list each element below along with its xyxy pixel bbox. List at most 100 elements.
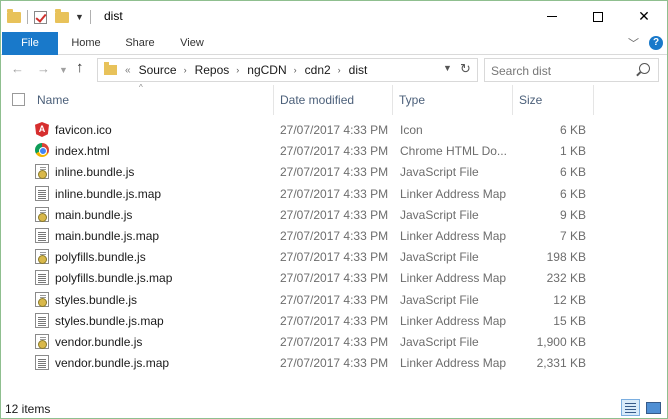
chrome-icon bbox=[35, 143, 49, 158]
file-size: 15 KB bbox=[553, 313, 586, 328]
breadcrumb-source[interactable]: Source bbox=[139, 63, 177, 77]
js-file-icon bbox=[35, 206, 49, 222]
column-divider[interactable] bbox=[392, 85, 393, 115]
close-icon: ✕ bbox=[638, 8, 650, 24]
up-arrow-icon[interactable]: ↑ bbox=[76, 59, 84, 76]
file-date: 27/07/2017 4:33 PM bbox=[280, 250, 389, 265]
file-list: A favicon.ico 27/07/2017 4:33 PM Icon 6 … bbox=[1, 119, 667, 373]
file-size: 198 KB bbox=[546, 250, 586, 265]
file-name: vendor.bundle.js.map bbox=[55, 356, 170, 371]
recent-locations-chevron-down-icon[interactable]: ▼ bbox=[59, 65, 68, 75]
refresh-icon[interactable]: ↻ bbox=[460, 61, 471, 77]
map-file-icon bbox=[35, 185, 49, 201]
file-name: styles.bundle.js bbox=[55, 292, 138, 307]
file-size: 9 KB bbox=[559, 207, 586, 222]
tab-view[interactable]: View bbox=[174, 32, 210, 55]
file-date: 27/07/2017 4:33 PM bbox=[280, 186, 389, 201]
expand-ribbon-chevron-down-icon[interactable]: ﹀ bbox=[628, 35, 640, 50]
help-icon[interactable]: ? bbox=[649, 36, 663, 50]
search-box[interactable]: Search dist bbox=[484, 58, 659, 82]
minimize-icon bbox=[547, 16, 557, 17]
quick-access-toolbar: ▼ bbox=[7, 8, 97, 26]
breadcrumb-chevron-icon[interactable]: › bbox=[294, 65, 297, 75]
file-size: 2,331 KB bbox=[536, 356, 586, 371]
file-date: 27/07/2017 4:33 PM bbox=[280, 207, 389, 222]
file-type: JavaScript File bbox=[400, 250, 479, 265]
file-row-index-html[interactable]: index.html 27/07/2017 4:33 PM Chrome HTM… bbox=[1, 140, 667, 161]
tab-home[interactable]: Home bbox=[67, 32, 105, 55]
maximize-button[interactable] bbox=[575, 1, 621, 32]
file-type: Icon bbox=[400, 123, 423, 137]
file-size: 1 KB bbox=[559, 144, 586, 159]
address-overflow-icon[interactable]: « bbox=[125, 65, 131, 76]
tab-share[interactable]: Share bbox=[121, 32, 159, 55]
file-type: Linker Address Map bbox=[400, 228, 507, 243]
file-size: 6 KB bbox=[559, 165, 586, 180]
file-name: main.bundle.js bbox=[55, 207, 133, 222]
large-icons-view-icon[interactable] bbox=[644, 400, 661, 415]
file-row-vendor-bundle-js-map[interactable]: vendor.bundle.js.map 27/07/2017 4:33 PM … bbox=[1, 352, 667, 373]
file-name: inline.bundle.js bbox=[55, 165, 135, 180]
column-size[interactable]: Size bbox=[519, 93, 542, 107]
file-row-main-bundle-js-map[interactable]: main.bundle.js.map 27/07/2017 4:33 PM Li… bbox=[1, 225, 667, 246]
file-date: 27/07/2017 4:33 PM bbox=[280, 228, 389, 243]
file-name: inline.bundle.js.map bbox=[55, 186, 162, 201]
folder-icon bbox=[104, 62, 117, 75]
customize-toolbar-chevron-down-icon[interactable]: ▼ bbox=[75, 12, 84, 22]
file-name: styles.bundle.js.map bbox=[55, 313, 164, 328]
close-button[interactable]: ✕ bbox=[621, 1, 667, 32]
file-row-vendor-bundle-js[interactable]: vendor.bundle.js 27/07/2017 4:33 PM Java… bbox=[1, 331, 667, 352]
select-all-checkbox[interactable] bbox=[12, 93, 25, 106]
breadcrumb-chevron-icon[interactable]: › bbox=[338, 65, 341, 75]
breadcrumb-chevron-icon[interactable]: › bbox=[236, 65, 239, 75]
back-arrow-icon[interactable]: ← bbox=[11, 61, 24, 76]
file-row-main-bundle-js[interactable]: main.bundle.js 27/07/2017 4:33 PM JavaSc… bbox=[1, 204, 667, 225]
column-header: ^ Name Date modified Type Size bbox=[1, 83, 667, 115]
file-row-styles-bundle-js[interactable]: styles.bundle.js 27/07/2017 4:33 PM Java… bbox=[1, 289, 667, 310]
breadcrumb-ngcdn[interactable]: ngCDN bbox=[247, 63, 286, 77]
file-name: index.html bbox=[55, 144, 110, 159]
file-row-styles-bundle-js-map[interactable]: styles.bundle.js.map 27/07/2017 4:33 PM … bbox=[1, 310, 667, 331]
column-divider[interactable] bbox=[273, 85, 274, 115]
file-name: polyfills.bundle.js.map bbox=[55, 271, 173, 286]
tab-file[interactable]: File bbox=[2, 32, 58, 55]
breadcrumb-repos[interactable]: Repos bbox=[195, 63, 230, 77]
breadcrumb-cdn2[interactable]: cdn2 bbox=[305, 63, 331, 77]
file-type: Linker Address Map bbox=[400, 271, 507, 286]
breadcrumb-chevron-icon[interactable]: › bbox=[184, 65, 187, 75]
properties-icon[interactable] bbox=[34, 10, 47, 24]
item-count: 12 items bbox=[5, 402, 51, 416]
forward-arrow-icon[interactable]: → bbox=[37, 61, 50, 76]
column-type[interactable]: Type bbox=[399, 93, 425, 107]
file-type: JavaScript File bbox=[400, 207, 479, 222]
address-bar[interactable]: « Source › Repos › ngCDN › cdn2 › dist ▼… bbox=[97, 58, 478, 82]
file-date: 27/07/2017 4:33 PM bbox=[280, 292, 389, 307]
js-file-icon bbox=[35, 249, 49, 265]
column-divider[interactable] bbox=[512, 85, 513, 115]
new-folder-icon[interactable] bbox=[55, 8, 69, 23]
column-date-modified[interactable]: Date modified bbox=[280, 93, 354, 107]
js-file-icon bbox=[35, 333, 49, 349]
file-type: Chrome HTML Do... bbox=[400, 144, 507, 159]
file-row-polyfills-bundle-js[interactable]: polyfills.bundle.js 27/07/2017 4:33 PM J… bbox=[1, 246, 667, 267]
minimize-button[interactable] bbox=[529, 1, 575, 32]
address-history-chevron-down-icon[interactable]: ▼ bbox=[443, 63, 452, 73]
file-row-inline-bundle-js-map[interactable]: inline.bundle.js.map 27/07/2017 4:33 PM … bbox=[1, 183, 667, 204]
file-size: 6 KB bbox=[559, 186, 586, 201]
file-name: favicon.ico bbox=[55, 123, 112, 137]
file-name: vendor.bundle.js bbox=[55, 334, 143, 349]
navigation-bar: ← → ▼ ↑ « Source › Repos › ngCDN › cdn2 … bbox=[1, 56, 667, 84]
breadcrumb-dist[interactable]: dist bbox=[349, 63, 368, 77]
column-name[interactable]: Name bbox=[37, 93, 69, 107]
sort-indicator-icon: ^ bbox=[139, 83, 143, 92]
details-view-icon[interactable] bbox=[621, 399, 640, 416]
column-divider[interactable] bbox=[593, 85, 594, 115]
file-date: 27/07/2017 4:33 PM bbox=[280, 313, 389, 328]
ribbon-tabs: File Home Share View ﹀ ? bbox=[1, 32, 667, 55]
search-input[interactable]: Search dist bbox=[491, 64, 551, 78]
search-icon bbox=[639, 63, 650, 74]
file-row-polyfills-bundle-js-map[interactable]: polyfills.bundle.js.map 27/07/2017 4:33 … bbox=[1, 267, 667, 288]
file-row-favicon-ico[interactable]: A favicon.ico 27/07/2017 4:33 PM Icon 6 … bbox=[1, 119, 667, 140]
file-row-inline-bundle-js[interactable]: inline.bundle.js 27/07/2017 4:33 PM Java… bbox=[1, 161, 667, 182]
toolbar-divider bbox=[89, 10, 91, 24]
